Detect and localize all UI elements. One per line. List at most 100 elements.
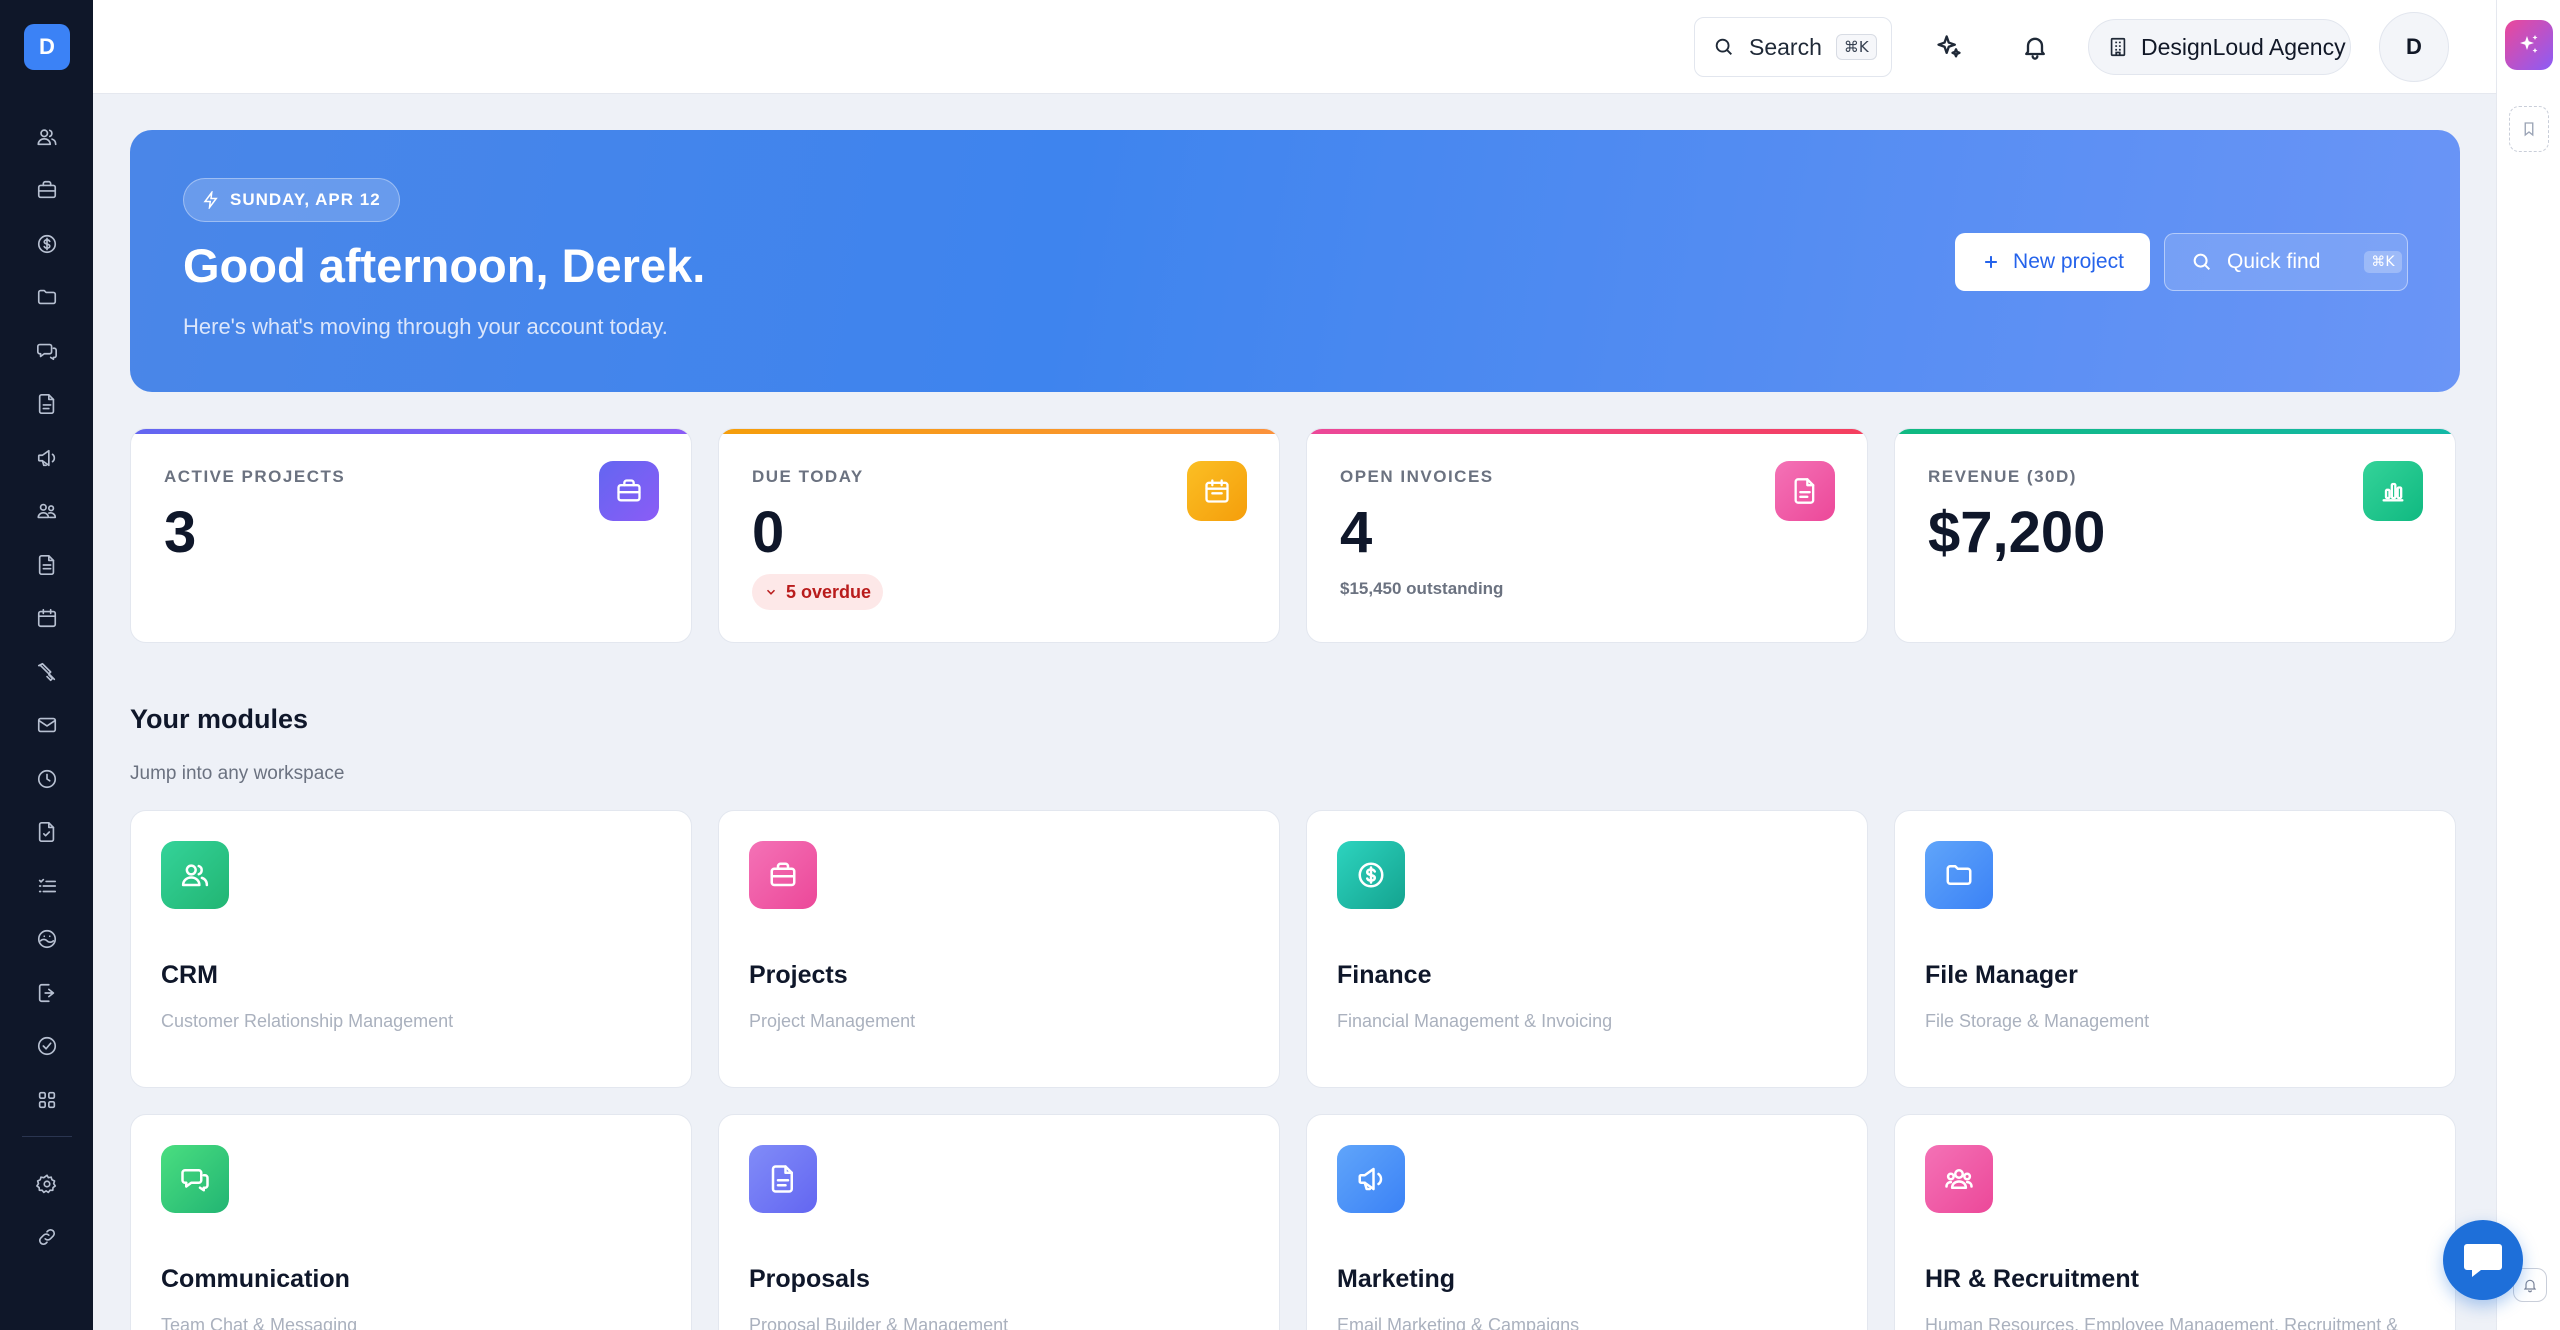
search-icon (2193, 253, 2211, 271)
module-description: File Storage & Management (1925, 1011, 2150, 1031)
sidebar-item-exports[interactable] (0, 966, 93, 1020)
stat-accent-bar (1895, 429, 2455, 434)
magic-sparkle-icon (2520, 35, 2538, 53)
sidebar-bottom (0, 1157, 93, 1264)
module-description: Email Marketing & Campaigns (1337, 1315, 1580, 1330)
module-icon-tile (1925, 1145, 1993, 1213)
lightning-icon (203, 191, 218, 209)
chat-icon (181, 1169, 209, 1192)
chat-launcher-button[interactable] (2443, 1220, 2523, 1300)
module-card-finance[interactable]: Finance Financial Management & Invoicing (1306, 810, 1868, 1088)
sidebar-item-marketing[interactable] (0, 431, 93, 485)
bookmark-icon (2524, 122, 2534, 137)
module-card-file-manager[interactable]: File Manager File Storage & Management (1894, 810, 2456, 1088)
search-shortcut: ⌘K (1835, 34, 1877, 60)
user-avatar[interactable]: D (2379, 12, 2449, 82)
megaphone-icon (37, 449, 55, 466)
module-card-hr-recruitment[interactable]: HR & Recruitment Human Resources, Employ… (1894, 1114, 2456, 1330)
sidebar-item-contracts[interactable] (0, 806, 93, 860)
notifications-button[interactable] (2015, 27, 2055, 67)
sidebar-item-integrations[interactable] (0, 1211, 93, 1265)
module-icon-tile (161, 1145, 229, 1213)
ai-sparkle-button[interactable] (1929, 27, 1969, 67)
overdue-badge[interactable]: 5 overdue (752, 574, 884, 610)
new-project-button[interactable]: New project (1955, 233, 2150, 291)
new-project-label: New project (2013, 250, 2124, 273)
document-icon (1794, 478, 1815, 504)
ai-assistant-button[interactable] (2505, 20, 2553, 70)
users-icon (36, 129, 57, 145)
sidebar-item-invoices[interactable] (0, 538, 93, 592)
outstanding-note: $15,450 outstanding (1340, 579, 1504, 598)
plus-icon (1985, 256, 1997, 268)
stat-value: $7,200 (1928, 500, 2106, 565)
sidebar-item-support[interactable] (0, 913, 93, 967)
stat-accent-bar (131, 429, 691, 434)
search-button[interactable]: Search ⌘K (1694, 17, 1892, 77)
module-description: Financial Management & Invoicing (1337, 1011, 1613, 1031)
invoice-icon (38, 554, 54, 575)
quick-find-button[interactable]: Quick find ⌘K (2164, 233, 2408, 291)
apps-grid-icon (38, 1091, 55, 1108)
sidebar-item-apps[interactable] (0, 1073, 93, 1127)
sidebar-item-proposals[interactable] (0, 378, 93, 432)
workspace-logo[interactable]: D (24, 24, 70, 70)
clock-icon (37, 769, 56, 788)
briefcase-icon (617, 479, 641, 502)
sidebar-item-communication[interactable] (0, 324, 93, 378)
team-icon (36, 504, 56, 519)
tools-icon (37, 662, 55, 681)
organization-name: DesignLoud Agency (2141, 33, 2346, 60)
module-description: Project Management (749, 1011, 916, 1031)
support-icon (37, 930, 56, 949)
module-card-crm[interactable]: CRM Customer Relationship Management (130, 810, 692, 1088)
sidebar-item-calendar[interactable] (0, 592, 93, 646)
sidebar-item-approvals[interactable] (0, 1020, 93, 1074)
module-name: Proposals (749, 1265, 870, 1293)
stat-accent-bar (1307, 429, 1867, 434)
date-chip: SUNDAY, APR 12 (183, 178, 400, 222)
sidebar-item-hr[interactable] (0, 485, 93, 539)
module-card-marketing[interactable]: Marketing Email Marketing & Campaigns (1306, 1114, 1868, 1330)
sidebar-item-tasks[interactable] (0, 859, 93, 913)
date-label: SUNDAY, APR 12 (230, 190, 381, 209)
search-label: Search (1749, 33, 1822, 60)
sidebar-item-finance[interactable] (0, 217, 93, 271)
module-icon-tile (1337, 841, 1405, 909)
stat-label: ACTIVE PROJECTS (164, 467, 346, 486)
modules-title: Your modules (130, 704, 309, 734)
sidebar-item-tools[interactable] (0, 645, 93, 699)
sparkle-icon (1937, 35, 1961, 58)
calendar-icon (1205, 479, 1229, 503)
stat-label: DUE TODAY (752, 467, 864, 486)
module-card-proposals[interactable]: Proposals Proposal Builder & Management (718, 1114, 1280, 1330)
sidebar-item-crm[interactable] (0, 110, 93, 164)
quick-find-label: Quick find (2227, 250, 2321, 273)
stat-card-open-invoices[interactable]: OPEN INVOICES 4 $15,450 outstanding (1306, 428, 1868, 643)
bookmark-slot[interactable] (2509, 106, 2549, 152)
chat-icon (36, 343, 57, 360)
stat-card-active-projects[interactable]: ACTIVE PROJECTS 3 (130, 428, 692, 643)
export-icon (38, 983, 54, 1002)
folder-icon (1946, 865, 1972, 885)
stat-label: REVENUE (30D) (1928, 467, 2077, 486)
welcome-banner: SUNDAY, APR 12 Good afternoon, Derek. He… (130, 130, 2460, 392)
document-icon (38, 394, 54, 415)
sidebar-item-time[interactable] (0, 752, 93, 806)
sidebar-item-files[interactable] (0, 271, 93, 325)
greeting-title: Good afternoon, Derek. (183, 239, 706, 292)
sidebar-item-projects[interactable] (0, 164, 93, 218)
module-card-communication[interactable]: Communication Team Chat & Messaging (130, 1114, 692, 1330)
sidebar-item-settings[interactable] (0, 1157, 93, 1211)
check-circle-icon (37, 1037, 56, 1056)
sidebar-item-mail[interactable] (0, 699, 93, 753)
stat-card-revenue[interactable]: REVENUE (30D) $7,200 (1894, 428, 2456, 643)
quick-find-shortcut: ⌘K (2364, 251, 2402, 273)
search-icon (1715, 38, 1732, 55)
module-card-projects[interactable]: Projects Project Management (718, 810, 1280, 1088)
module-name: CRM (161, 961, 218, 989)
link-icon (38, 1229, 55, 1246)
module-icon-tile (1337, 1145, 1405, 1213)
stat-card-due-today[interactable]: DUE TODAY 0 5 overdue (718, 428, 1280, 643)
organization-switcher[interactable]: DesignLoud Agency (2088, 19, 2351, 75)
